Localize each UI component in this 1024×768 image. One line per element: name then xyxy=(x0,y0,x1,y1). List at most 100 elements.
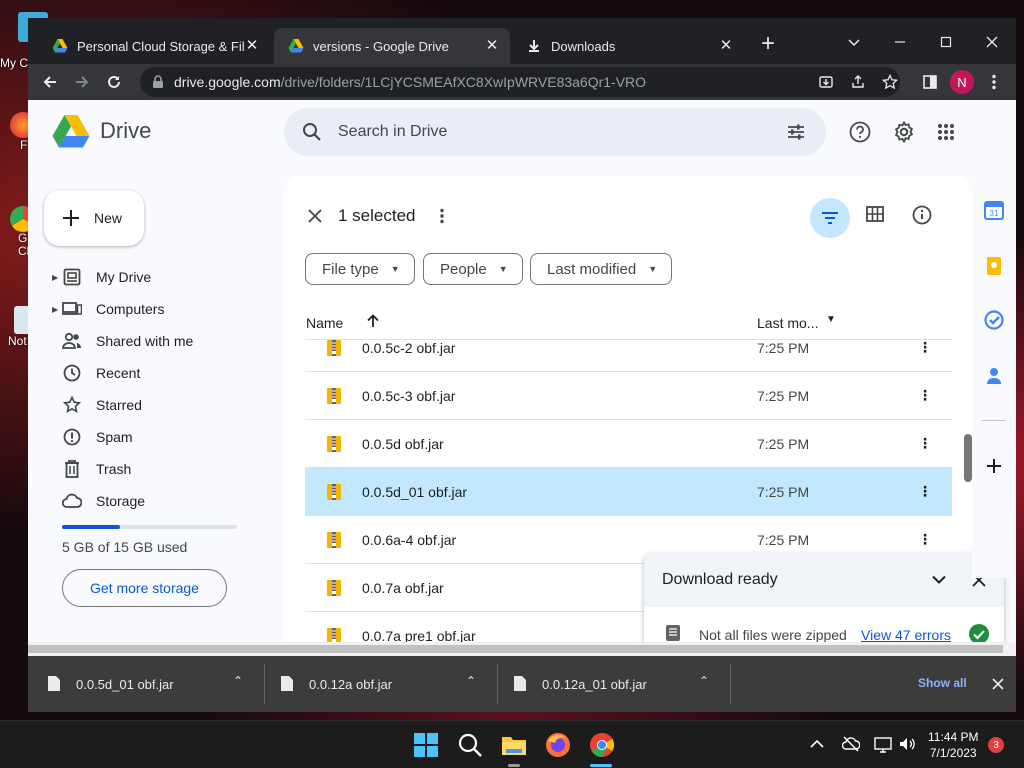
more-vert-icon[interactable]: ⋮ xyxy=(915,387,935,404)
share-icon[interactable] xyxy=(850,74,866,90)
keep-icon[interactable] xyxy=(984,256,1004,276)
calendar-icon[interactable]: 31 xyxy=(984,200,1004,220)
windows-start-icon[interactable] xyxy=(412,731,440,759)
more-vert-icon[interactable]: ⋮ xyxy=(915,483,935,500)
download-item[interactable]: 0.0.12a_01 obf.jar ⌃ xyxy=(494,656,727,712)
more-vert-icon[interactable] xyxy=(439,208,444,224)
new-tab-button[interactable]: + xyxy=(752,28,784,60)
settings-button[interactable] xyxy=(888,116,920,148)
contacts-icon[interactable] xyxy=(984,366,1004,386)
dropdown-arrow-icon[interactable]: ▼ xyxy=(826,314,836,325)
address-bar[interactable]: drive.google.com/drive/folders/1LCjYCSME… xyxy=(140,67,900,97)
tab-versions-drive[interactable]: versions - Google Drive ✕ xyxy=(274,28,510,64)
desktop-icon-chrome[interactable]: G Ch xyxy=(0,206,36,258)
chevron-down-icon[interactable] xyxy=(932,575,946,585)
archive-file-icon xyxy=(327,532,341,548)
toast-message: Not all files were zipped xyxy=(699,627,847,643)
chevron-up-icon[interactable] xyxy=(810,737,824,751)
nav-storage[interactable]: Storage xyxy=(52,485,282,517)
nav-spam[interactable]: Spam xyxy=(52,421,282,453)
column-modified-header[interactable]: Last mo... xyxy=(757,315,818,331)
view-errors-link[interactable]: View 47 errors xyxy=(861,627,951,643)
more-vert-icon[interactable]: ⋮ xyxy=(915,340,935,356)
drive-logo[interactable]: Drive xyxy=(52,114,151,148)
desktop-icon-firefox[interactable]: F xyxy=(0,112,36,152)
scrollbar-thumb[interactable] xyxy=(964,434,972,482)
nav-computers[interactable]: ▶ Computers xyxy=(52,293,282,325)
caret-right-icon[interactable]: ▶ xyxy=(52,273,62,282)
close-icon[interactable] xyxy=(308,209,322,223)
more-vert-icon xyxy=(992,74,996,90)
chrome-menu-button[interactable] xyxy=(980,68,1008,96)
back-button[interactable] xyxy=(36,68,64,96)
cloud-offline-icon[interactable] xyxy=(842,735,860,753)
install-app-icon[interactable] xyxy=(818,74,834,90)
file-row[interactable]: 0.0.5c-2 obf.jar 7:25 PM ⋮ xyxy=(305,340,952,372)
tasks-icon[interactable] xyxy=(984,310,1004,330)
firefox-icon[interactable] xyxy=(544,731,572,759)
details-button[interactable] xyxy=(912,205,932,230)
caret-right-icon[interactable]: ▶ xyxy=(52,305,62,314)
file-row[interactable]: 0.0.5d_01 obf.jar 7:25 PM ⋮ xyxy=(305,468,952,516)
new-button[interactable]: New xyxy=(44,190,144,246)
desktop-icon-notepad[interactable]: Not xyxy=(0,306,36,348)
network-icon[interactable] xyxy=(874,735,892,753)
filter-people[interactable]: People ▼ xyxy=(423,253,523,285)
star-bookmark-icon[interactable] xyxy=(882,74,898,90)
desktop-icon-my-computer[interactable]: My C xyxy=(0,12,48,70)
notification-badge[interactable]: 3 xyxy=(988,737,1004,753)
plus-icon[interactable] xyxy=(984,456,1004,476)
tab-close-icon[interactable]: ✕ xyxy=(244,38,260,54)
side-panel-button[interactable] xyxy=(916,68,944,96)
arrow-up-icon[interactable] xyxy=(367,314,379,328)
chrome-icon[interactable] xyxy=(588,731,616,759)
download-item[interactable]: 0.0.5d_01 obf.jar ⌃ xyxy=(28,656,261,712)
search-bar[interactable]: Search in Drive xyxy=(284,108,826,156)
support-button[interactable] xyxy=(844,116,876,148)
close-icon[interactable] xyxy=(992,678,1004,690)
show-all-button[interactable]: Show all xyxy=(918,676,967,690)
nav-starred[interactable]: Starred xyxy=(52,389,282,421)
forward-button[interactable] xyxy=(68,68,96,96)
get-more-storage-button[interactable]: Get more storage xyxy=(62,569,227,607)
nav-trash[interactable]: Trash xyxy=(52,453,282,485)
download-name: 0.0.12a_01 obf.jar xyxy=(542,677,647,692)
tab-close-icon[interactable]: ✕ xyxy=(718,38,734,54)
more-vert-icon[interactable]: ⋮ xyxy=(915,531,935,548)
filter-file-type[interactable]: File type ▼ xyxy=(305,253,415,285)
tab-search-button[interactable] xyxy=(838,26,870,58)
system-clock[interactable]: 11:44 PM 7/1/2023 xyxy=(928,729,978,761)
download-item[interactable]: 0.0.12a obf.jar ⌃ xyxy=(261,656,494,712)
volume-icon[interactable] xyxy=(898,735,916,753)
column-name-header[interactable]: Name xyxy=(306,315,343,331)
filter-last-modified[interactable]: Last modified ▼ xyxy=(530,253,673,285)
scrollbar-thumb[interactable] xyxy=(28,645,1003,653)
nav-recent[interactable]: Recent xyxy=(52,357,282,389)
nav-my-drive[interactable]: ▶ My Drive xyxy=(52,261,282,293)
tab-personal-cloud[interactable]: Personal Cloud Storage & File Sh ✕ xyxy=(38,28,270,64)
chevron-up-icon[interactable]: ⌃ xyxy=(233,674,243,688)
search-options-icon[interactable] xyxy=(786,122,806,142)
more-vert-icon[interactable]: ⋮ xyxy=(915,435,935,452)
search-icon[interactable] xyxy=(456,731,484,759)
horizontal-scrollbar[interactable] xyxy=(28,642,1016,656)
chevron-up-icon[interactable]: ⌃ xyxy=(466,674,476,688)
reload-button[interactable] xyxy=(100,68,128,96)
file-row[interactable]: 0.0.5d obf.jar 7:25 PM ⋮ xyxy=(305,420,952,468)
filter-toggle-button[interactable] xyxy=(810,198,850,238)
chrome-window: Personal Cloud Storage & File Sh ✕ versi… xyxy=(28,18,1016,712)
file-explorer-icon[interactable] xyxy=(500,731,528,759)
tab-close-icon[interactable]: ✕ xyxy=(484,38,500,54)
minimize-button[interactable] xyxy=(884,26,916,58)
grid-view-button[interactable] xyxy=(866,206,884,227)
tab-downloads[interactable]: Downloads ✕ xyxy=(512,28,744,64)
apps-button[interactable] xyxy=(930,116,962,148)
chevron-up-icon[interactable]: ⌃ xyxy=(699,674,709,688)
file-row[interactable]: 0.0.5c-3 obf.jar 7:25 PM ⋮ xyxy=(305,372,952,420)
dropdown-arrow-icon: ▼ xyxy=(498,264,508,274)
profile-button[interactable]: N xyxy=(948,68,976,96)
maximize-button[interactable] xyxy=(930,26,962,58)
close-window-button[interactable] xyxy=(976,26,1008,58)
search-input[interactable]: Search in Drive xyxy=(338,123,447,141)
nav-shared-with-me[interactable]: Shared with me xyxy=(52,325,282,357)
